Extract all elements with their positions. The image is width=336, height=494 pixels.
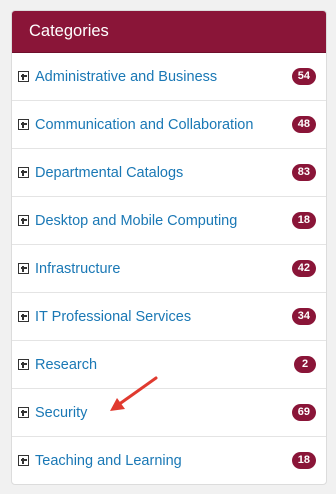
category-link[interactable]: Teaching and Learning [35,453,288,469]
expand-plus-icon[interactable] [18,215,29,226]
expand-plus-icon[interactable] [18,71,29,82]
count-badge: 42 [291,260,316,277]
count-badge: 83 [291,164,316,181]
category-item-infrastructure: Infrastructure 42 [12,244,326,292]
count-badge: 48 [291,116,316,133]
red-arrow-icon [110,376,158,411]
category-item-desktop-and-mobile-computing: Desktop and Mobile Computing 18 [12,196,326,244]
category-item-departmental-catalogs: Departmental Catalogs 83 [12,148,326,196]
panel-title: Categories [12,11,326,53]
expand-plus-icon[interactable] [18,455,29,466]
count-badge: 54 [291,68,316,85]
count-badge: 2 [294,356,316,373]
category-link[interactable]: Desktop and Mobile Computing [35,213,288,229]
category-item-communication-and-collaboration: Communication and Collaboration 48 [12,100,326,148]
category-item-research: Research 2 [12,340,326,388]
count-badge: 18 [291,212,316,229]
category-item-security: Security 69 [12,388,326,436]
expand-plus-icon[interactable] [18,167,29,178]
category-list: Administrative and Business 54 Communica… [12,53,326,484]
expand-plus-icon[interactable] [18,119,29,130]
category-link[interactable]: Research [35,357,290,373]
category-item-it-professional-services: IT Professional Services 34 [12,292,326,340]
category-link[interactable]: Infrastructure [35,261,288,277]
expand-plus-icon[interactable] [18,263,29,274]
expand-plus-icon[interactable] [18,311,29,322]
category-link[interactable]: IT Professional Services [35,309,288,325]
category-link[interactable]: Communication and Collaboration [35,117,288,133]
categories-panel: Categories Administrative and Business 5… [11,10,327,485]
count-badge: 69 [291,404,316,421]
category-link[interactable]: Administrative and Business [35,69,288,85]
expand-plus-icon[interactable] [18,359,29,370]
category-link[interactable]: Departmental Catalogs [35,165,288,181]
count-badge: 18 [291,452,316,469]
category-item-teaching-and-learning: Teaching and Learning 18 [12,436,326,484]
category-item-administrative-and-business: Administrative and Business 54 [12,53,326,100]
expand-plus-icon[interactable] [18,407,29,418]
count-badge: 34 [291,308,316,325]
